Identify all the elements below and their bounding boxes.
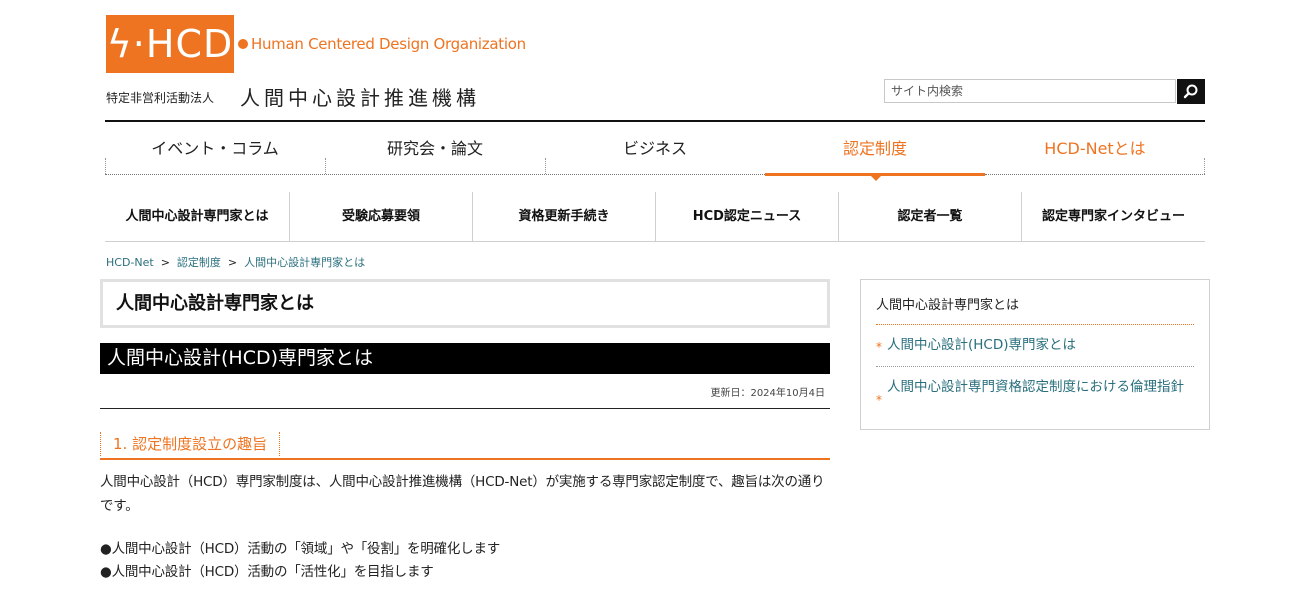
breadcrumb-separator: >: [227, 256, 238, 269]
main-nav-separator: [1204, 158, 1205, 174]
page-title: 人間中心設計専門家とは: [116, 293, 314, 314]
tagline-dot-icon: [238, 39, 248, 49]
org-name: 人間中心設計推進機構: [240, 86, 480, 110]
org-type-label: 特定非営利活動法人: [106, 91, 215, 105]
hcd-logo[interactable]: ϟ·HCD: [106, 15, 234, 73]
article-heading: 人間中心設計(HCD)専門家とは: [100, 343, 830, 374]
date-rule: [100, 408, 830, 409]
breadcrumb-certification-link[interactable]: 認定制度: [177, 256, 221, 269]
active-nav-arrow-icon: [871, 176, 881, 181]
tagline-text: Human Centered Design Organization: [251, 35, 526, 53]
main-nav-business[interactable]: ビジネス: [545, 122, 765, 175]
logo-text: ϟ·HCD: [106, 22, 234, 66]
asterisk-bullet-icon: *: [876, 340, 882, 354]
bullet-item: ●人間中心設計（HCD）活動の「領域」や「役割」を明確化します: [100, 541, 501, 557]
breadcrumb-current-page[interactable]: 人間中心設計専門家とは: [244, 256, 365, 269]
search-icon: [1183, 84, 1198, 99]
side-menu-title: 人間中心設計専門家とは: [876, 298, 1020, 313]
search-button[interactable]: [1177, 79, 1205, 104]
sub-nav-application-guide[interactable]: 受験応募要領: [290, 192, 472, 241]
page-title-box: 人間中心設計専門家とは: [100, 279, 830, 328]
sub-nav-about-specialist[interactable]: 人間中心設計専門家とは: [105, 192, 289, 241]
breadcrumb: HCD-Net > 認定制度 > 人間中心設計専門家とは: [106, 254, 365, 270]
logo-tagline: Human Centered Design Organization: [238, 35, 526, 53]
main-nav-about-hcd-net[interactable]: HCD-Netとは: [985, 122, 1205, 175]
side-menu-link-specialist[interactable]: * 人間中心設計(HCD)専門家とは: [876, 335, 1194, 356]
asterisk-bullet-icon: *: [876, 393, 882, 407]
main-nav-separator: [545, 158, 546, 174]
site-search-input[interactable]: [884, 79, 1176, 103]
main-nav-research-papers[interactable]: 研究会・論文: [325, 122, 545, 175]
side-menu-link-label: 人間中心設計(HCD)専門家とは: [887, 337, 1077, 353]
breadcrumb-separator: >: [160, 256, 170, 269]
sub-nav-certified-list[interactable]: 認定者一覧: [839, 192, 1021, 241]
main-nav-separator: [105, 158, 106, 174]
side-menu-link-ethics[interactable]: * 人間中心設計専門資格認定制度における倫理指針: [876, 377, 1194, 407]
bullet-item: ●人間中心設計（HCD）活動の「活性化」を目指します: [100, 564, 434, 580]
sub-nav-certification-news[interactable]: HCD認定ニュース: [656, 192, 838, 241]
breadcrumb-home-link[interactable]: HCD-Net: [106, 256, 154, 269]
side-menu-divider: [876, 366, 1194, 367]
section-heading: 1. 認定制度設立の趣旨: [100, 432, 281, 456]
main-nav-separator: [325, 158, 326, 174]
sub-nav-bottom-rule: [105, 241, 1205, 242]
side-menu-link-label: 人間中心設計専門資格認定制度における倫理指針: [887, 379, 1184, 395]
main-nav-certification[interactable]: 認定制度: [765, 122, 985, 175]
side-menu-divider: [876, 324, 1194, 325]
main-nav-events-columns[interactable]: イベント・コラム: [105, 122, 325, 175]
updated-date: 更新日：2024年10月4日: [710, 388, 825, 399]
main-nav-dotted-rule: [105, 174, 765, 175]
sub-nav-interviews[interactable]: 認定専門家インタビュー: [1022, 192, 1205, 241]
section-heading-bar: 1. 認定制度設立の趣旨: [100, 432, 830, 460]
intro-paragraph: 人間中心設計（HCD）専門家制度は、人間中心設計推進機構（HCD-Net）が実施…: [100, 474, 825, 514]
main-nav-dotted-rule-right: [985, 174, 1205, 175]
sub-nav-renewal[interactable]: 資格更新手続き: [473, 192, 655, 241]
